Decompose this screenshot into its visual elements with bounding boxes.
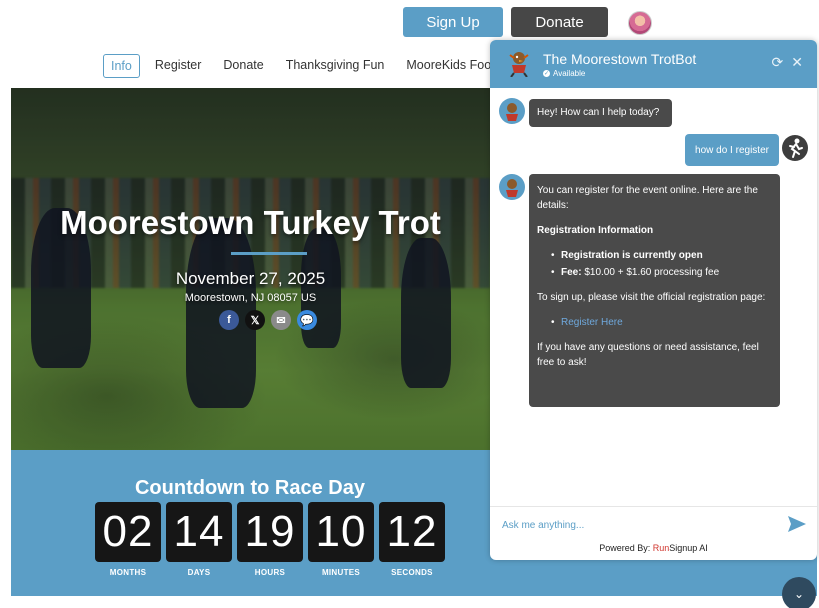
reply-link-list: Register Here: [537, 315, 772, 330]
countdown-days-label: DAYS: [187, 568, 211, 577]
main-nav: Info Register Donate Thanksgiving Fun Mo…: [103, 54, 491, 78]
check-circle-icon: ✓: [543, 70, 550, 77]
chatbot-widget: The Moorestown TrotBot ✓ Available ⟳ ✕ H…: [490, 40, 817, 560]
nav-item-register[interactable]: Register: [148, 54, 209, 78]
powered-by: Powered By: RunSignup AI: [490, 543, 817, 553]
nav-item-thanksgiving-fun[interactable]: Thanksgiving Fun: [279, 54, 392, 78]
runner-icon: [789, 138, 803, 158]
countdown-title: Countdown to Race Day: [134, 477, 365, 499]
title-divider: [231, 252, 307, 255]
bot-message: Hey! How can I help today?: [529, 99, 672, 127]
chat-icon[interactable]: 💬: [297, 310, 317, 330]
runsignup-run[interactable]: Run: [653, 543, 670, 553]
chat-status-text: Available: [553, 69, 586, 78]
countdown-months-label: MONTHS: [109, 568, 147, 577]
countdown-days-value: 14: [166, 502, 232, 562]
reply-heading: Registration Information: [537, 225, 654, 236]
countdown-seconds-label: SECONDS: [391, 568, 433, 577]
countdown-hours-label: HOURS: [254, 568, 286, 577]
countdown-seconds-value: 12: [379, 502, 445, 562]
nav-item-info[interactable]: Info: [103, 54, 140, 78]
user-message-text: how do I register: [695, 144, 769, 156]
user-avatar-runner: [782, 135, 808, 161]
turkey-bot-icon: [509, 52, 529, 77]
nav-item-donate[interactable]: Donate: [216, 54, 270, 78]
countdown-minutes-value: 10: [308, 502, 374, 562]
reply-item-fee-value: $10.00 + $1.60 processing fee: [584, 267, 720, 278]
user-avatar[interactable]: [628, 11, 652, 35]
donate-button[interactable]: Donate: [511, 7, 608, 37]
reply-item-status: Registration is currently open: [561, 250, 703, 261]
chat-input-bar: [490, 506, 817, 542]
turkey-bot-icon: [506, 179, 518, 197]
countdown-hours-value: 19: [237, 502, 303, 562]
bot-avatar: [499, 174, 525, 200]
reply-item-fee-label: Fee:: [561, 267, 582, 278]
turkey-bot-icon: [506, 103, 518, 121]
event-title: Moorestown Turkey Trot: [60, 204, 441, 241]
countdown-minutes-label: MINUTES: [321, 568, 361, 577]
runsignup-rest[interactable]: Signup AI: [669, 543, 708, 553]
bot-greeting-text: Hey! How can I help today?: [537, 107, 660, 118]
chat-messages: Hey! How can I help today? how do I regi…: [490, 88, 817, 506]
countdown-months-value: 02: [95, 502, 161, 562]
nav-item-moorekids-food-drive[interactable]: MooreKids Food D: [399, 54, 491, 78]
chat-status: ✓ Available: [543, 69, 585, 78]
reply-signup: To sign up, please visit the official re…: [537, 292, 766, 303]
hero-banner: Moorestown Turkey Trot November 27, 2025…: [11, 88, 490, 450]
chat-title: The Moorestown TrotBot: [543, 51, 697, 67]
register-here-link[interactable]: Register Here: [561, 317, 623, 328]
reply-intro: You can register for the event online. H…: [537, 185, 758, 211]
bot-message: You can register for the event online. H…: [529, 174, 780, 407]
x-icon[interactable]: 𝕏: [245, 310, 265, 330]
facebook-icon[interactable]: f: [219, 310, 239, 330]
event-location: Moorestown, NJ 08057 US: [184, 292, 317, 304]
refresh-icon[interactable]: ⟳: [772, 54, 784, 71]
event-date: November 27, 2025: [175, 269, 326, 288]
chat-header: The Moorestown TrotBot ✓ Available ⟳ ✕: [490, 40, 817, 88]
reply-outro: If you have any questions or need assist…: [537, 342, 759, 368]
send-icon[interactable]: [787, 515, 807, 533]
powered-by-prefix: Powered By:: [599, 543, 653, 553]
chat-input[interactable]: [502, 516, 772, 534]
sign-up-button[interactable]: Sign Up: [403, 7, 503, 37]
chat-header-actions: ⟳ ✕: [772, 54, 803, 71]
social-share-bar: f 𝕏 ✉ 💬: [219, 310, 317, 330]
reply-list: Registration is currently open Fee: $10.…: [537, 248, 772, 280]
chevron-down-icon[interactable]: ⌄: [782, 577, 816, 608]
close-icon[interactable]: ✕: [791, 54, 803, 71]
user-message: how do I register: [685, 134, 779, 166]
bot-avatar: [499, 98, 525, 124]
email-icon[interactable]: ✉: [271, 310, 291, 330]
